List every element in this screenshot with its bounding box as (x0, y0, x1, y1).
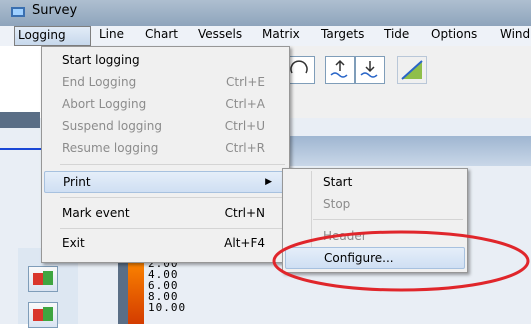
depth-color-bar (128, 256, 144, 324)
menu-item-shortcut: Ctrl+R (225, 141, 265, 155)
menu-options[interactable]: Options (428, 26, 480, 44)
menu-item-resume-logging[interactable]: Resume logging Ctrl+R (42, 138, 287, 158)
window-title: Survey (32, 3, 78, 18)
submenu-arrow-icon: ▶ (265, 177, 272, 187)
menu-item-label: Exit (62, 236, 85, 250)
submenu-item-stop[interactable]: Stop (283, 194, 465, 214)
menu-separator (60, 164, 285, 165)
menu-item-label: Start (323, 175, 353, 189)
menu-tide[interactable]: Tide (381, 26, 412, 44)
menu-separator (313, 219, 463, 220)
submenu-item-start[interactable]: Start (283, 172, 465, 192)
menu-item-shortcut: Ctrl+U (224, 119, 265, 133)
menu-item-shortcut: Ctrl+N (224, 206, 265, 220)
background-toolbar-strip (283, 136, 531, 166)
menu-bar: Logging Line Chart Vessels Matrix Target… (0, 26, 531, 46)
menu-logging[interactable]: Logging (14, 26, 91, 46)
menu-targets[interactable]: Targets (318, 26, 367, 44)
menu-line[interactable]: Line (96, 26, 127, 44)
menu-item-label: Start logging (62, 53, 140, 67)
background-strip (0, 112, 40, 128)
app-icon (11, 7, 25, 17)
menu-matrix[interactable]: Matrix (259, 26, 303, 44)
menu-item-label: Mark event (62, 206, 130, 220)
menu-item-label: Stop (323, 197, 351, 211)
menu-item-exit[interactable]: Exit Alt+F4 (42, 233, 287, 253)
vessel-icon-2 (33, 307, 53, 321)
logging-menu: Start logging End Logging Ctrl+E Abort L… (41, 46, 290, 263)
menu-item-mark-event[interactable]: Mark event Ctrl+N (42, 203, 287, 223)
tool-tide-up-button[interactable] (325, 56, 355, 84)
menu-chart[interactable]: Chart (142, 26, 181, 44)
depth-value: 10.00 (148, 301, 187, 314)
divider-line (0, 148, 45, 150)
annotation-ellipse (272, 230, 530, 292)
menu-item-print[interactable]: Print ▶ (44, 171, 287, 193)
menu-item-label: Abort Logging (62, 97, 147, 111)
menu-item-label: Resume logging (62, 141, 159, 155)
menu-item-suspend-logging[interactable]: Suspend logging Ctrl+U (42, 116, 287, 136)
tool-slope-button[interactable] (397, 56, 427, 84)
tide-up-icon (330, 59, 348, 78)
menu-item-abort-logging[interactable]: Abort Logging Ctrl+A (42, 94, 287, 114)
menu-window[interactable]: Wind (497, 26, 531, 44)
vessel-tool-button[interactable] (28, 266, 58, 292)
tool-tide-down-button[interactable] (355, 56, 385, 84)
rotate-icon (290, 60, 308, 74)
menu-vessels[interactable]: Vessels (195, 26, 245, 44)
menu-item-label: Suspend logging (62, 119, 162, 133)
depth-scale: 2.00 4.00 6.00 8.00 10.00 (148, 258, 186, 313)
menu-item-label: Print (63, 175, 91, 189)
menu-separator (60, 228, 285, 229)
menu-item-end-logging[interactable]: End Logging Ctrl+E (42, 72, 287, 92)
menu-item-shortcut: Ctrl+E (226, 75, 265, 89)
menu-item-shortcut: Ctrl+A (225, 97, 265, 111)
menu-separator (60, 197, 285, 198)
toolbar-area (283, 46, 531, 119)
menu-item-label: End Logging (62, 75, 137, 89)
slope-icon (401, 60, 423, 80)
menu-item-start-logging[interactable]: Start logging (42, 50, 287, 70)
vessel-tool-button-2[interactable] (28, 302, 58, 328)
vessel-icon (33, 271, 53, 285)
menu-item-shortcut: Alt+F4 (224, 236, 265, 250)
title-bar (0, 0, 531, 26)
tide-down-icon (360, 61, 378, 78)
